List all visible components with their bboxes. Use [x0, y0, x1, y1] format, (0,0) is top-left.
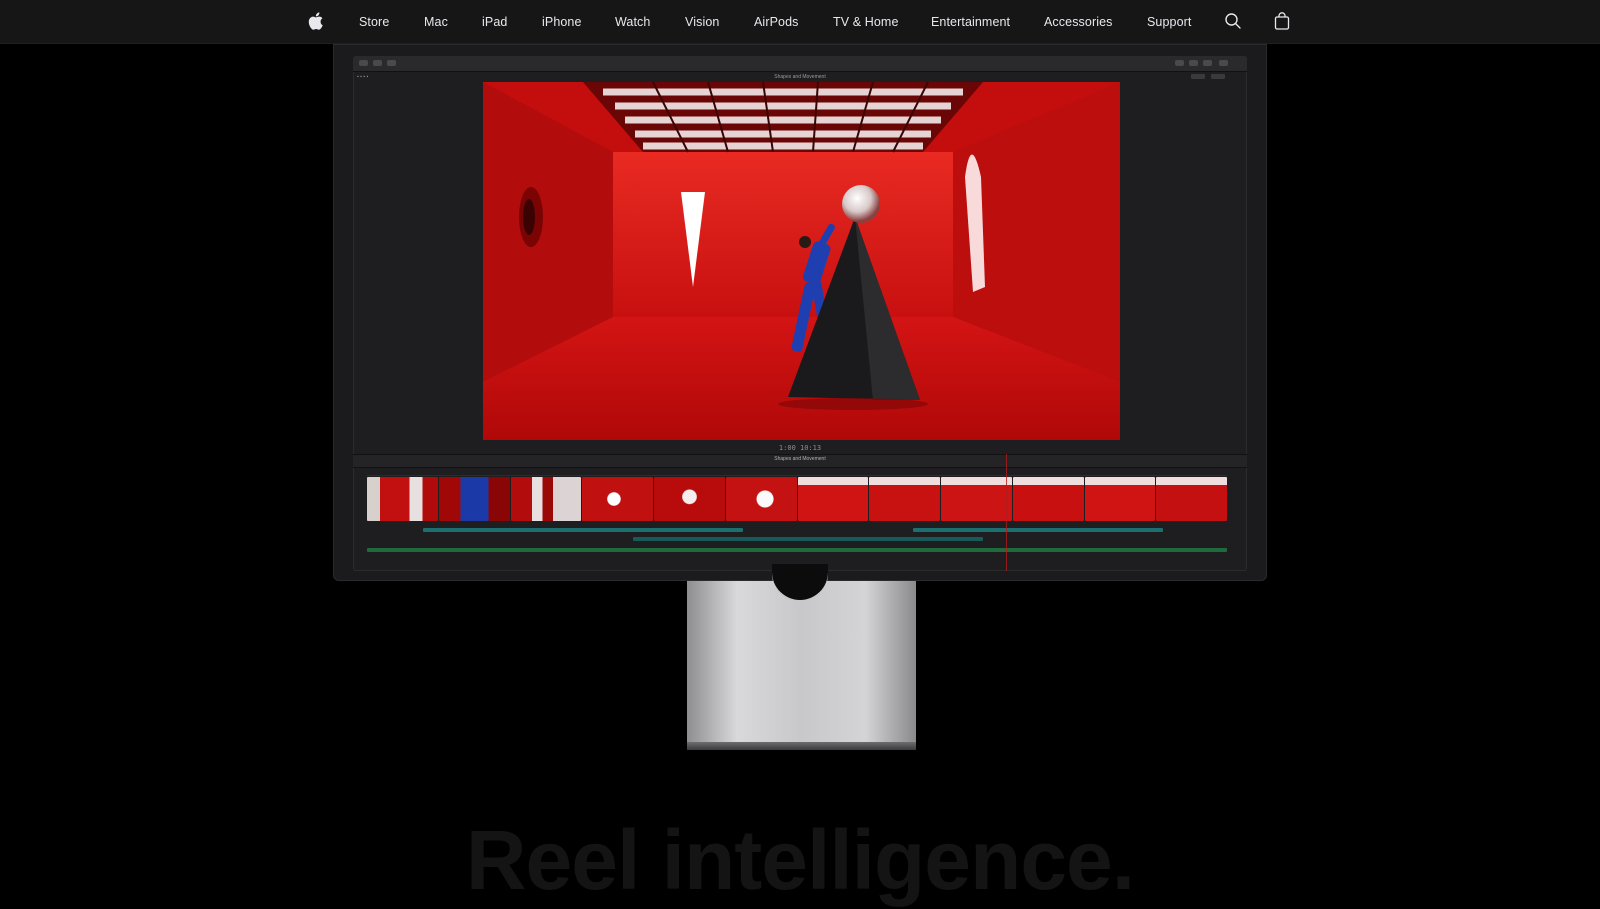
hero-stage: ▪ ▪ ▪ ▪ Shapes and Movement 1:00 10:13 S…	[0, 44, 1600, 907]
app-toolbar	[353, 56, 1247, 72]
audio-clip	[633, 537, 983, 541]
timeline-clip	[438, 477, 510, 521]
timeline-playhead	[1006, 454, 1007, 571]
timeline-clip	[1012, 477, 1084, 521]
viewer-view-control	[1211, 74, 1225, 79]
timeline-clip	[941, 477, 1012, 521]
studio-display: ▪ ▪ ▪ ▪ Shapes and Movement 1:00 10:13 S…	[333, 44, 1267, 581]
display-stand	[687, 581, 916, 749]
video-filmstrip	[367, 477, 1227, 521]
toolbar-button	[373, 60, 382, 66]
audio-clip	[913, 528, 1163, 532]
hero-headline: Reel intelligence.	[465, 813, 1135, 908]
timeline-clip	[1084, 477, 1156, 521]
nav-item-store[interactable]: Store	[359, 0, 389, 44]
toolbar-button	[387, 60, 396, 66]
nav-item-accessories[interactable]: Accessories	[1044, 0, 1112, 44]
timeline-clip	[582, 477, 653, 521]
global-nav: Store Mac iPad iPhone Watch Vision AirPo…	[0, 0, 1600, 44]
nav-item-watch[interactable]: Watch	[615, 0, 650, 44]
nav-item-mac[interactable]: Mac	[424, 0, 448, 44]
toolbar-button	[1219, 60, 1228, 66]
timecode-display: 1:00 10:13	[778, 444, 822, 452]
nav-item-airpods[interactable]: AirPods	[754, 0, 798, 44]
audio-clip	[423, 528, 743, 532]
timeline-clip	[725, 477, 797, 521]
nav-item-entertainment[interactable]: Entertainment	[931, 0, 1010, 44]
red-room-scene	[483, 82, 1120, 440]
viewer-project-title: Shapes and Movement	[774, 74, 826, 80]
nav-item-vision[interactable]: Vision	[685, 0, 719, 44]
timeline-ruler	[367, 467, 1227, 476]
toolbar-button	[359, 60, 368, 66]
display-stand-base	[687, 742, 916, 750]
search-icon[interactable]	[1224, 12, 1244, 32]
nav-list: Store Mac iPad iPhone Watch Vision AirPo…	[0, 0, 1600, 44]
timeline-clip	[367, 477, 438, 521]
nav-item-support[interactable]: Support	[1147, 0, 1191, 44]
apple-logo-icon[interactable]	[307, 11, 327, 31]
timeline-clip	[654, 477, 725, 521]
toolbar-button	[1203, 60, 1212, 66]
nav-item-ipad[interactable]: iPad	[482, 0, 507, 44]
video-viewer	[483, 82, 1120, 440]
timeline-project-name: Shapes and Movement	[774, 456, 826, 462]
bag-icon[interactable]	[1274, 12, 1294, 32]
nav-item-tv-home[interactable]: TV & Home	[833, 0, 899, 44]
timeline-clip	[869, 477, 940, 521]
timeline-clip	[1156, 477, 1227, 521]
music-track	[367, 548, 1227, 552]
toolbar-button	[1189, 60, 1198, 66]
timeline-clip	[797, 477, 869, 521]
final-cut-app-window: ▪ ▪ ▪ ▪ Shapes and Movement 1:00 10:13 S…	[353, 56, 1247, 571]
timeline-clip	[510, 477, 582, 521]
nav-item-iphone[interactable]: iPhone	[542, 0, 582, 44]
viewer-zoom-control	[1191, 74, 1205, 79]
toolbar-button	[1175, 60, 1184, 66]
